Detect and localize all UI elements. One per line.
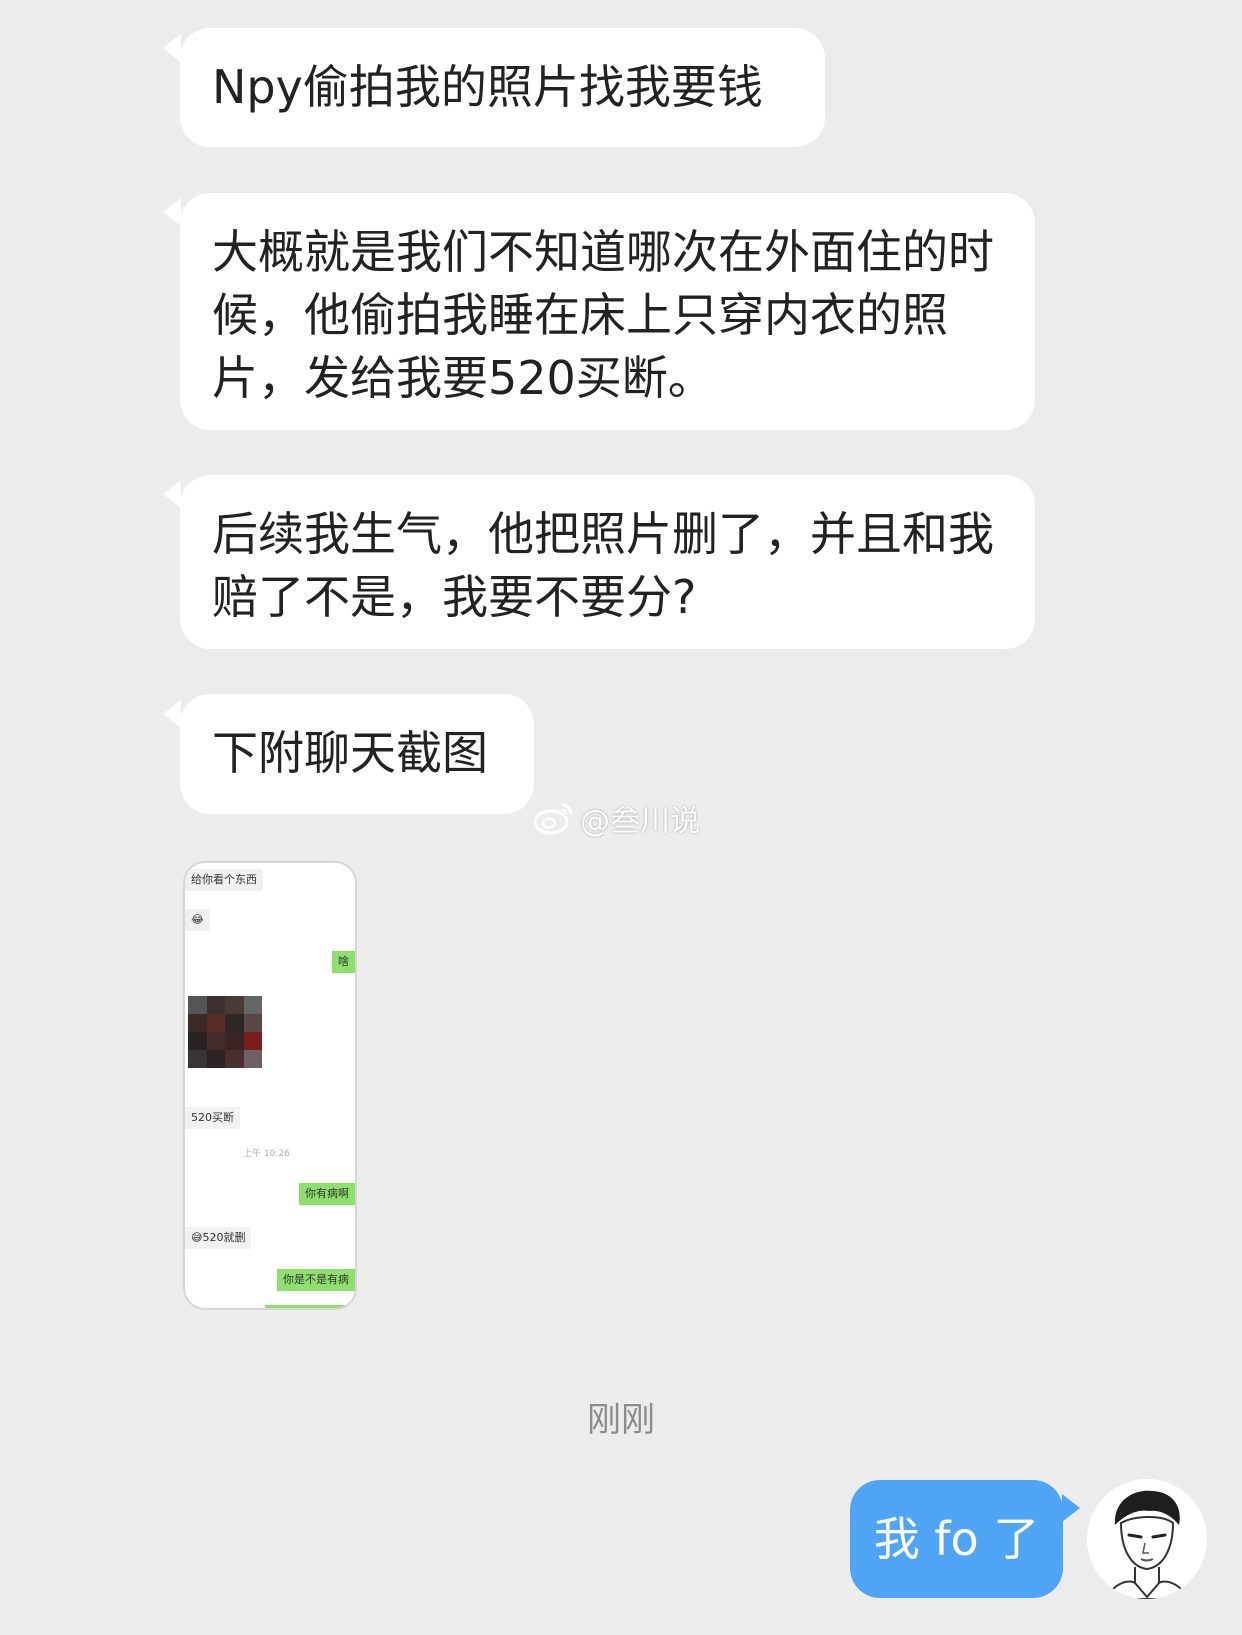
message-text: 下附聊天截图: [212, 726, 488, 780]
mini-message: 啥: [332, 951, 355, 973]
reply-bubble[interactable]: 我 fo 了: [850, 1480, 1063, 1598]
mini-message: 😂: [185, 909, 210, 931]
reply-text: 我 fo 了: [873, 1512, 1040, 1566]
chat-screenshot-image[interactable]: 给你看个东西 😂 啥 520买断 上午 10:26 你有病啊 😅520就删 你是…: [183, 861, 357, 1310]
bubble-tail: [163, 34, 181, 62]
message-bubble[interactable]: 下附聊天截图: [180, 694, 534, 814]
mini-message: 你是不是有病: [277, 1269, 355, 1291]
mini-message-partial: [265, 1305, 355, 1308]
bubble-tail: [163, 480, 181, 508]
bubble-tail: [1062, 1494, 1080, 1522]
mini-message: 😅520就删: [185, 1227, 252, 1249]
message-bubble[interactable]: 后续我生气，他把照片删了，并且和我赔了不是，我要不要分?: [180, 475, 1035, 649]
message-text: Npy偷拍我的照片找我要钱: [212, 60, 763, 114]
mini-message: 520买断: [185, 1107, 240, 1129]
message-bubble[interactable]: 大概就是我们不知道哪次在外面住的时候，他偷拍我睡在床上只穿内衣的照片，发给我要5…: [180, 193, 1035, 430]
watermark: @叁川说: [532, 798, 700, 839]
message-text: 大概就是我们不知道哪次在外面住的时候，他偷拍我睡在床上只穿内衣的照片，发给我要5…: [212, 225, 994, 405]
bubble-tail: [163, 198, 181, 226]
message-bubble[interactable]: Npy偷拍我的照片找我要钱: [180, 28, 825, 147]
bubble-tail: [163, 700, 181, 728]
watermark-text: @叁川说: [580, 804, 700, 839]
blurred-photo: [188, 996, 262, 1068]
avatar-portrait-icon: [1087, 1479, 1207, 1599]
mini-message: 你有病啊: [299, 1183, 355, 1205]
weibo-icon: [533, 803, 573, 835]
mini-message: 给你看个东西: [185, 869, 263, 891]
message-text: 后续我生气，他把照片删了，并且和我赔了不是，我要不要分?: [212, 507, 994, 624]
message-timestamp: 刚刚: [587, 1400, 655, 1440]
avatar[interactable]: [1087, 1479, 1207, 1599]
mini-timestamp: 上午 10:26: [243, 1149, 290, 1159]
